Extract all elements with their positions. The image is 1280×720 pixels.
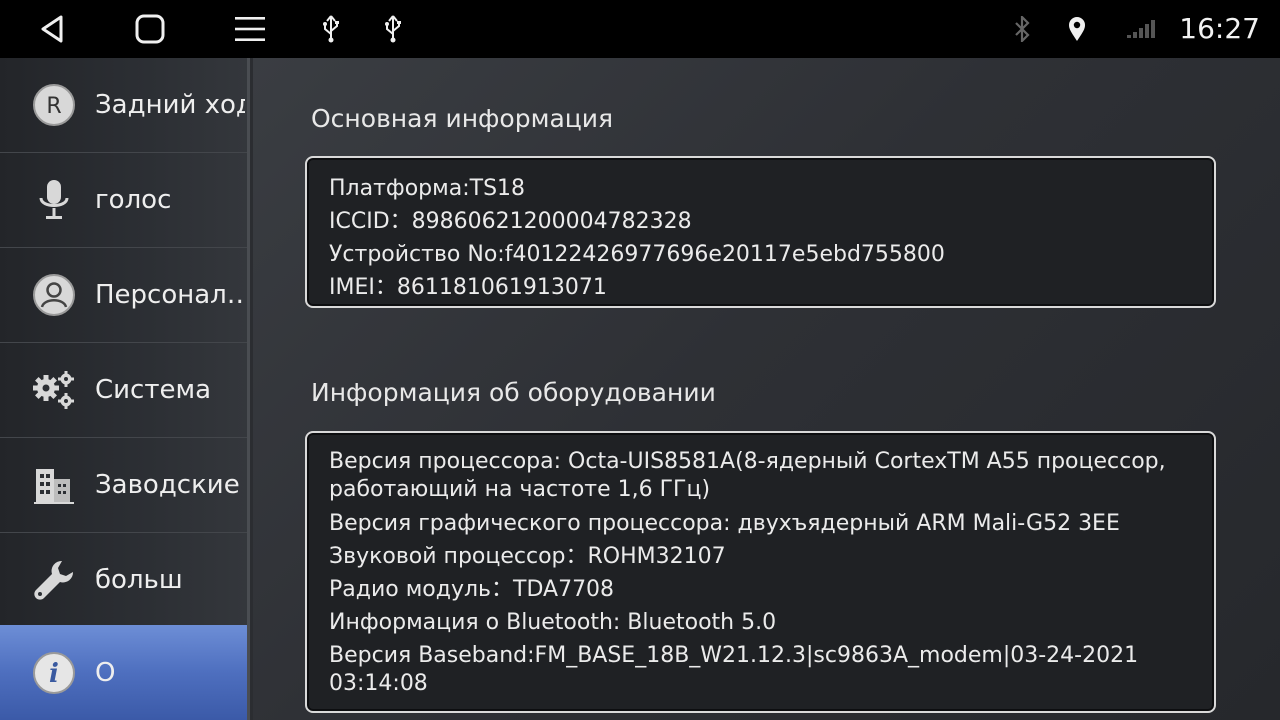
status-bar: 16:27 bbox=[0, 0, 1280, 58]
gpu-version-line: Версия графического процессора: двухъяде… bbox=[329, 511, 1120, 536]
sidebar-item-personal[interactable]: Персонал… bbox=[0, 248, 247, 343]
menu-icon[interactable] bbox=[228, 0, 272, 58]
basic-info-title: Основная информация bbox=[311, 104, 614, 133]
hardware-info-box: Версия процессора: Octa-UIS8581A(8-ядерн… bbox=[305, 431, 1216, 713]
basic-info-box: Платформа:TS18 ICCID：8986062120000478232… bbox=[305, 156, 1216, 308]
sidebar-item-label: О bbox=[95, 657, 116, 688]
radio-module-line: Радио модуль：TDA7708 bbox=[329, 577, 615, 602]
sidebar-item-more[interactable]: больш bbox=[0, 533, 247, 628]
audio-processor-line: Звуковой процессор：ROHM32107 bbox=[329, 544, 726, 569]
sidebar-item-system[interactable]: Система bbox=[0, 343, 247, 438]
sidebar-item-label: Заводские bbox=[95, 470, 240, 500]
factory-icon bbox=[30, 461, 78, 509]
sidebar-item-label: больш bbox=[95, 565, 183, 595]
platform-line: Платформа:TS18 bbox=[329, 176, 526, 201]
svg-text:i: i bbox=[49, 659, 59, 689]
home-icon[interactable] bbox=[128, 0, 172, 58]
back-icon[interactable] bbox=[30, 0, 74, 58]
gears-icon bbox=[30, 366, 78, 414]
signal-icon bbox=[1124, 0, 1158, 58]
sidebar-item-label: голос bbox=[95, 185, 172, 215]
user-icon bbox=[30, 271, 78, 319]
location-icon bbox=[1064, 0, 1090, 58]
imei-line: IMEI：861181061913071 bbox=[329, 275, 607, 300]
sidebar-item-voice[interactable]: голос bbox=[0, 153, 247, 248]
microphone-icon bbox=[30, 176, 78, 224]
device-no-line: Устройство No:f40122426977696e20117e5ebd… bbox=[329, 242, 945, 267]
main-content: Основная информация Платформа:TS18 ICCID… bbox=[253, 58, 1280, 720]
bluetooth-info-line: Информация о Bluetooth: Bluetooth 5.0 bbox=[329, 610, 777, 635]
sidebar-item-factory[interactable]: Заводские bbox=[0, 438, 247, 533]
usb-icon bbox=[318, 0, 344, 58]
baseband-version-line: Версия Baseband:FM_BASE_18B_W21.12.3|sc9… bbox=[329, 643, 1139, 696]
svg-text:R: R bbox=[46, 94, 61, 119]
usb-icon bbox=[380, 0, 406, 58]
sidebar-item-reverse[interactable]: R Задний ход bbox=[0, 58, 247, 153]
reverse-r-icon: R bbox=[30, 81, 78, 129]
sidebar-item-about[interactable]: i О bbox=[0, 625, 247, 720]
sidebar-item-label: Персонал… bbox=[95, 280, 245, 310]
clock: 16:27 bbox=[1179, 12, 1260, 45]
wrench-icon bbox=[30, 556, 78, 604]
bluetooth-icon bbox=[1010, 0, 1034, 58]
cpu-version-line: Версия процессора: Octa-UIS8581A(8-ядерн… bbox=[329, 449, 1166, 502]
info-icon: i bbox=[30, 649, 78, 697]
sidebar-item-label: Задний ход bbox=[95, 90, 245, 120]
sidebar: R Задний ход голос Персонал… Система Зав… bbox=[0, 58, 250, 720]
sidebar-item-label: Система bbox=[95, 375, 212, 405]
iccid-line: ICCID：89860621200004782328 bbox=[329, 209, 692, 234]
hardware-info-title: Информация об оборудовании bbox=[311, 378, 716, 407]
